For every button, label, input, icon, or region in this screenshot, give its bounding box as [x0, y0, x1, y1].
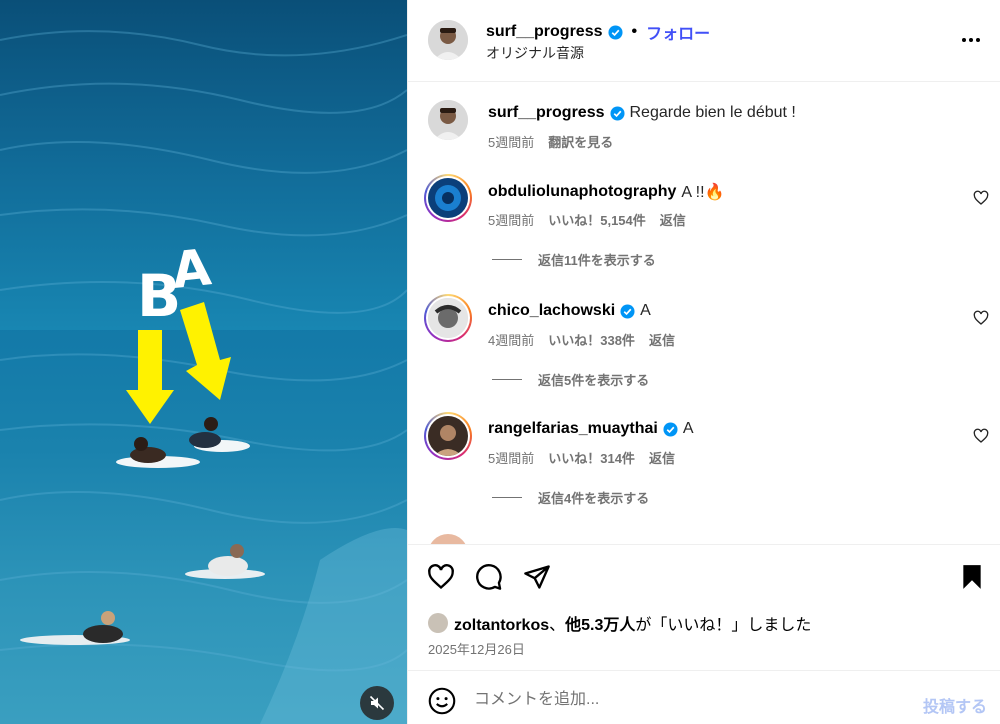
- caption-username[interactable]: surf__progress: [488, 104, 605, 122]
- follow-button[interactable]: フォロー: [646, 20, 710, 44]
- surfer-a: [189, 417, 250, 452]
- avatar[interactable]: [428, 298, 468, 338]
- post-button[interactable]: 投稿する: [923, 693, 987, 717]
- story-ring[interactable]: [424, 412, 472, 460]
- header-user: surf__progress • フォロー: [486, 20, 710, 44]
- comment-text: A !!🔥: [681, 184, 725, 201]
- mute-button[interactable]: [360, 686, 394, 720]
- comment-text: A: [640, 302, 651, 319]
- view-replies-label: 返信5件を表示する: [538, 373, 650, 388]
- avatar-image: [428, 20, 468, 60]
- comment-likes[interactable]: いいね！314件: [548, 448, 635, 467]
- arrow-b: [126, 330, 174, 424]
- surf-scene: B A: [0, 0, 407, 724]
- verified-badge-icon: [663, 421, 678, 437]
- paper-plane-icon: [524, 565, 550, 589]
- avatar[interactable]: [428, 178, 468, 218]
- liked-by-suffix: が「いいね！」しました: [635, 617, 812, 634]
- share-button[interactable]: [522, 562, 552, 592]
- caption-time[interactable]: 5週間前: [488, 132, 534, 151]
- view-replies-button[interactable]: 返信5件を表示する: [492, 370, 649, 389]
- comment-input[interactable]: [474, 685, 894, 715]
- comment-username[interactable]: chico_lachowski: [488, 302, 615, 320]
- comment-bubble-icon: [476, 564, 502, 590]
- comment-time[interactable]: 4週間前: [488, 330, 534, 349]
- comment-username[interactable]: rangelfarias_muaythai: [488, 420, 658, 438]
- comment-text: A: [682, 420, 694, 437]
- view-replies-button[interactable]: 返信11件を表示する: [492, 250, 656, 269]
- comment-button[interactable]: [474, 562, 504, 592]
- comment-likes[interactable]: いいね！5,154件: [548, 210, 646, 229]
- caption-text: Regarde bien le début !: [629, 104, 796, 121]
- like-button[interactable]: [426, 562, 456, 592]
- avatar-image: [428, 100, 468, 140]
- comments-list[interactable]: surf__progress Regarde bien le début ! 5…: [408, 82, 1000, 544]
- view-replies-button[interactable]: 返信4件を表示する: [492, 488, 649, 507]
- reply-button[interactable]: 返信: [649, 448, 675, 467]
- more-options-button[interactable]: [959, 28, 983, 52]
- liked-by-user[interactable]: zoltantorkos: [454, 617, 549, 634]
- heart-icon[interactable]: [973, 310, 989, 326]
- liked-by-others[interactable]: 他5.3万人: [565, 617, 635, 634]
- verified-badge-icon: [609, 105, 625, 121]
- author-username[interactable]: surf__progress: [486, 23, 603, 41]
- avatar-image: [428, 178, 468, 218]
- muted-speaker-icon: [369, 695, 385, 711]
- separator-dot: •: [631, 23, 638, 40]
- heart-icon[interactable]: [973, 428, 989, 444]
- avatar[interactable]: [428, 20, 468, 60]
- replies-divider: [492, 259, 522, 260]
- view-replies-label: 返信11件を表示する: [538, 253, 656, 268]
- translate-link[interactable]: 翻訳を見る: [548, 132, 613, 151]
- heart-icon[interactable]: [973, 190, 989, 206]
- reply-button[interactable]: 返信: [660, 210, 686, 229]
- letter-a: A: [169, 238, 214, 300]
- post-header: surf__progress • フォロー オリジナル音源: [408, 0, 1000, 82]
- save-button[interactable]: [957, 562, 987, 592]
- reply-button[interactable]: 返信: [649, 330, 675, 349]
- comment-composer: 投稿する: [408, 670, 1000, 724]
- verified-badge-icon: [620, 303, 635, 319]
- avatar-image: [428, 416, 468, 456]
- replies-divider: [492, 379, 522, 380]
- surfer-4: [20, 611, 130, 645]
- avatar[interactable]: [428, 416, 468, 456]
- story-ring[interactable]: [424, 174, 472, 222]
- liked-by-avatar[interactable]: [428, 613, 448, 633]
- liked-by: zoltantorkos、他5.3万人が「いいね！」しました: [428, 611, 811, 635]
- avatar[interactable]: [428, 100, 468, 140]
- surfer-b: [116, 437, 200, 468]
- post-side-panel: surf__progress • フォロー オリジナル音源 surf__prog…: [407, 0, 1000, 724]
- heart-icon: [428, 564, 454, 590]
- more-horizontal-icon: [962, 38, 980, 42]
- story-ring[interactable]: [424, 294, 472, 342]
- replies-divider: [492, 497, 522, 498]
- comment-username[interactable]: obduliolunaphotography: [488, 183, 676, 201]
- post-video[interactable]: B A: [0, 0, 407, 724]
- surfer-3: [185, 544, 265, 579]
- view-replies-label: 返信4件を表示する: [538, 491, 650, 506]
- verified-badge-icon: [607, 24, 623, 40]
- post-date[interactable]: 2025年12月26日: [428, 639, 525, 658]
- avatar-image: [428, 298, 468, 338]
- bookmark-icon: [963, 565, 981, 589]
- avatar[interactable]: [428, 534, 468, 544]
- liked-by-separator: 、: [549, 617, 566, 634]
- comment-time[interactable]: 5週間前: [488, 448, 534, 467]
- comment-time[interactable]: 5週間前: [488, 210, 534, 229]
- emoji-icon[interactable]: [428, 687, 456, 715]
- comment-likes[interactable]: いいね！338件: [548, 330, 635, 349]
- post-actions: zoltantorkos、他5.3万人が「いいね！」しました 2025年12月2…: [408, 544, 1000, 670]
- audio-label[interactable]: オリジナル音源: [486, 43, 584, 63]
